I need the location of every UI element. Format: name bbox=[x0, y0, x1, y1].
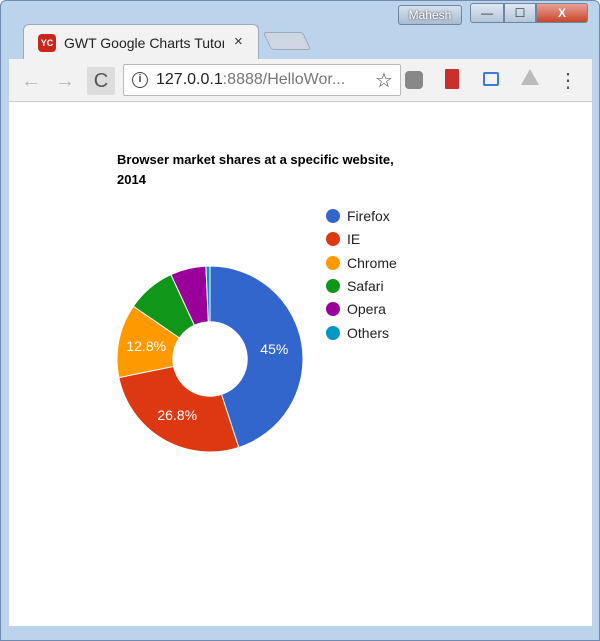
legend-label: Opera bbox=[347, 301, 386, 318]
legend-label: Others bbox=[347, 324, 390, 341]
legend-label: Safari bbox=[347, 277, 384, 294]
slice-label: 12.8% bbox=[126, 338, 166, 354]
slice-label: 45% bbox=[260, 341, 288, 357]
legend-swatch bbox=[326, 255, 340, 270]
legend-label: Chrome bbox=[347, 254, 397, 271]
donut-chart: 45% 26.8% 12.8% bbox=[116, 265, 304, 453]
legend-label: IE bbox=[347, 231, 361, 248]
legend-swatch bbox=[326, 209, 340, 223]
slice-label: 26.8% bbox=[157, 407, 197, 423]
legend-label: Firefox bbox=[347, 208, 390, 224]
legend-swatch bbox=[326, 278, 340, 293]
legend-swatch bbox=[326, 325, 340, 340]
